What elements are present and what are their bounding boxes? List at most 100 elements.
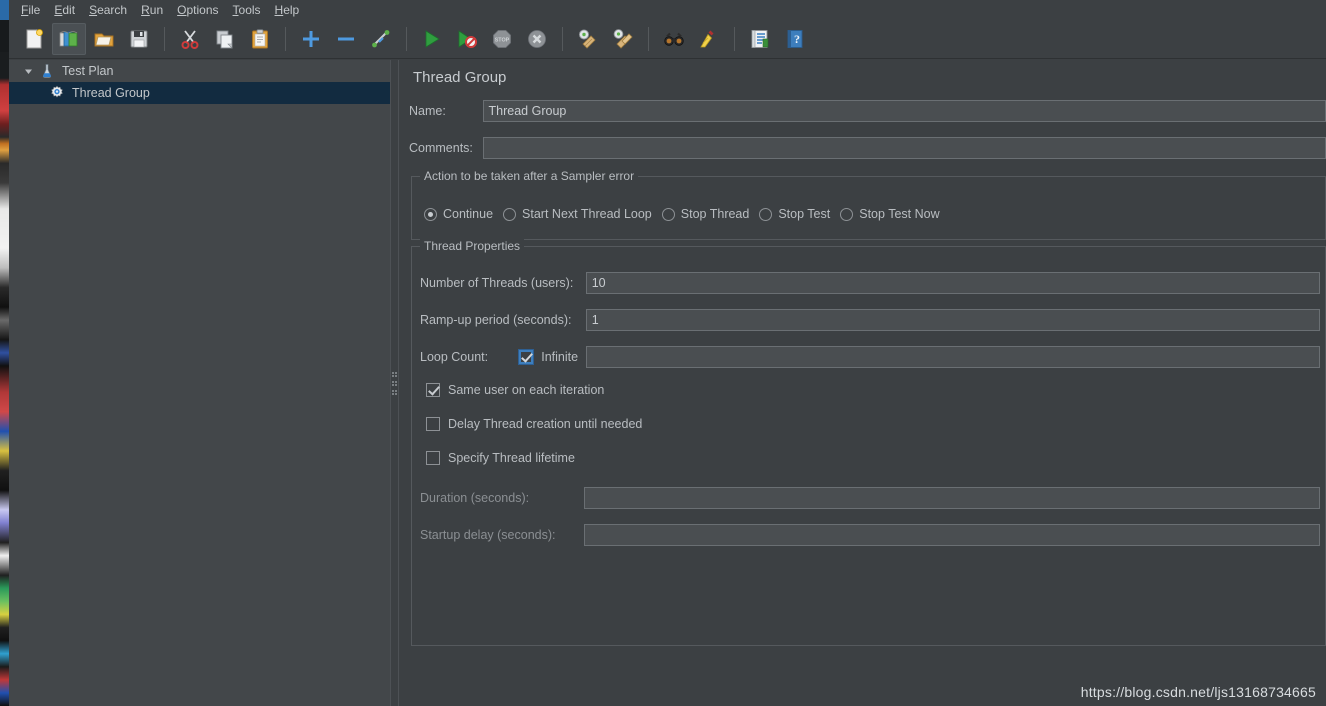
svg-text:?: ? xyxy=(794,32,800,46)
duration-input[interactable] xyxy=(584,487,1320,509)
thread-properties-group-title: Thread Properties xyxy=(420,239,525,253)
radio-indicator xyxy=(759,207,773,221)
comments-input[interactable] xyxy=(482,137,1326,159)
specify-lifetime-row: Specify Thread lifetime xyxy=(426,451,575,465)
radio-indicator xyxy=(840,207,854,221)
radio-indicator xyxy=(424,207,437,221)
name-label: Name: xyxy=(409,104,446,118)
tree-node-test-plan[interactable]: Test Plan xyxy=(9,60,390,82)
menu-tools[interactable]: Tools xyxy=(226,1,268,19)
clear-icon[interactable] xyxy=(571,23,605,55)
same-user-label: Same user on each iteration xyxy=(448,383,605,397)
test-plan-tree[interactable]: Test Plan Thread Group xyxy=(9,60,390,706)
screen-edge-artifact-top xyxy=(0,0,9,52)
num-threads-input[interactable]: 10 xyxy=(585,272,1320,294)
num-threads-label: Number of Threads (users): xyxy=(420,276,574,290)
clear-all-icon[interactable] xyxy=(606,23,640,55)
test-plan-icon xyxy=(37,61,57,81)
search-icon[interactable] xyxy=(657,23,691,55)
delay-thread-checkbox[interactable]: Delay Thread creation until needed xyxy=(426,417,642,431)
toolbar-separator xyxy=(406,26,407,51)
tree-node-label: Test Plan xyxy=(62,63,114,78)
menu-options[interactable]: Options xyxy=(170,1,225,19)
new-icon[interactable] xyxy=(17,23,51,55)
help-icon[interactable]: ? xyxy=(778,23,812,55)
thread-properties-group: Thread Properties Number of Threads (use… xyxy=(411,239,1326,646)
watermark-text: https://blog.csdn.net/ljs13168734665 xyxy=(1080,684,1316,700)
menu-edit[interactable]: Edit xyxy=(47,1,82,19)
infinite-label: Infinite xyxy=(541,350,579,364)
radio-stop-test-now[interactable]: Stop Test Now xyxy=(840,207,940,221)
radio-label: Start Next Thread Loop xyxy=(522,207,652,221)
tree-node-thread-group[interactable]: Thread Group xyxy=(9,82,390,104)
chevron-down-icon[interactable] xyxy=(19,60,37,82)
toolbar-separator xyxy=(648,26,649,51)
templates-icon[interactable] xyxy=(52,22,86,55)
sampler-error-group-title: Action to be taken after a Sampler error xyxy=(420,169,639,183)
radio-stop-thread[interactable]: Stop Thread xyxy=(661,207,749,221)
function-helper-icon[interactable] xyxy=(743,23,777,55)
startup-delay-input[interactable] xyxy=(584,524,1320,546)
radio-label: Stop Test Now xyxy=(859,207,940,221)
rampup-label: Ramp-up period (seconds): xyxy=(420,313,572,327)
thread-group-icon xyxy=(47,83,67,103)
radio-continue[interactable]: Continue xyxy=(424,207,493,221)
radio-stop-test[interactable]: Stop Test xyxy=(759,207,830,221)
loop-count-row: Loop Count: Infinite xyxy=(420,346,1320,368)
shutdown-icon[interactable] xyxy=(520,23,554,55)
open-icon[interactable] xyxy=(87,23,121,55)
start-icon[interactable] xyxy=(415,23,449,55)
sampler-error-radios: Continue Start Next Thread Loop Stop Thr… xyxy=(424,207,950,221)
radio-indicator xyxy=(661,207,675,221)
menu-help[interactable]: Help xyxy=(268,1,307,19)
jmeter-window: File Edit Search Run Options Tools Help xyxy=(0,0,1326,706)
svg-text:STOP: STOP xyxy=(495,37,510,43)
radio-start-next-thread-loop[interactable]: Start Next Thread Loop xyxy=(503,207,652,221)
panel-splitter[interactable] xyxy=(390,60,399,706)
loop-count-input[interactable] xyxy=(585,346,1320,368)
num-threads-row: Number of Threads (users): 10 xyxy=(420,272,1320,294)
same-user-row: Same user on each iteration xyxy=(426,383,604,397)
toggle-icon[interactable] xyxy=(364,23,398,55)
toolbar: STOP ? xyxy=(9,19,1326,59)
specify-lifetime-checkbox[interactable]: Specify Thread lifetime xyxy=(426,451,575,465)
expand-all-icon[interactable] xyxy=(294,23,328,55)
comments-row: Comments: xyxy=(409,137,1326,159)
toolbar-separator xyxy=(285,26,286,51)
startup-delay-row: Startup delay (seconds): xyxy=(420,524,1320,546)
toolbar-separator xyxy=(734,26,735,51)
menu-run[interactable]: Run xyxy=(134,1,170,19)
splitter-grip-icon xyxy=(392,371,397,395)
menu-search[interactable]: Search xyxy=(82,1,134,19)
collapse-all-icon[interactable] xyxy=(329,23,363,55)
toolbar-separator xyxy=(562,26,563,51)
rampup-input[interactable]: 1 xyxy=(585,309,1320,331)
radio-label: Stop Test xyxy=(778,207,831,221)
thread-group-editor: Thread Group Name: Thread Group Comments… xyxy=(399,60,1326,706)
page-title: Thread Group xyxy=(413,69,507,86)
stop-icon[interactable]: STOP xyxy=(485,23,519,55)
menu-bar: File Edit Search Run Options Tools Help xyxy=(9,0,1326,19)
delay-thread-row: Delay Thread creation until needed xyxy=(426,417,642,431)
start-no-pauses-icon[interactable] xyxy=(450,23,484,55)
duration-row: Duration (seconds): xyxy=(420,487,1320,509)
infinite-checkbox[interactable]: Infinite xyxy=(519,350,585,364)
same-user-checkbox[interactable]: Same user on each iteration xyxy=(426,383,604,397)
delay-thread-label: Delay Thread creation until needed xyxy=(448,417,643,431)
name-row: Name: Thread Group xyxy=(409,100,1326,122)
cut-icon[interactable] xyxy=(173,23,207,55)
rampup-row: Ramp-up period (seconds): 1 xyxy=(420,309,1320,331)
save-icon[interactable] xyxy=(122,23,156,55)
screen-edge-artifact xyxy=(0,52,9,706)
toolbar-separator xyxy=(164,26,165,51)
reset-search-icon[interactable] xyxy=(692,23,726,55)
checkbox-indicator xyxy=(426,451,440,465)
paste-icon[interactable] xyxy=(243,23,277,55)
name-input[interactable]: Thread Group xyxy=(482,100,1326,122)
copy-icon[interactable] xyxy=(208,23,242,55)
checkbox-indicator xyxy=(426,417,440,431)
comments-label: Comments: xyxy=(409,141,473,155)
radio-indicator xyxy=(503,207,517,221)
sampler-error-group: Action to be taken after a Sampler error… xyxy=(411,169,1326,240)
menu-file[interactable]: File xyxy=(14,1,47,19)
